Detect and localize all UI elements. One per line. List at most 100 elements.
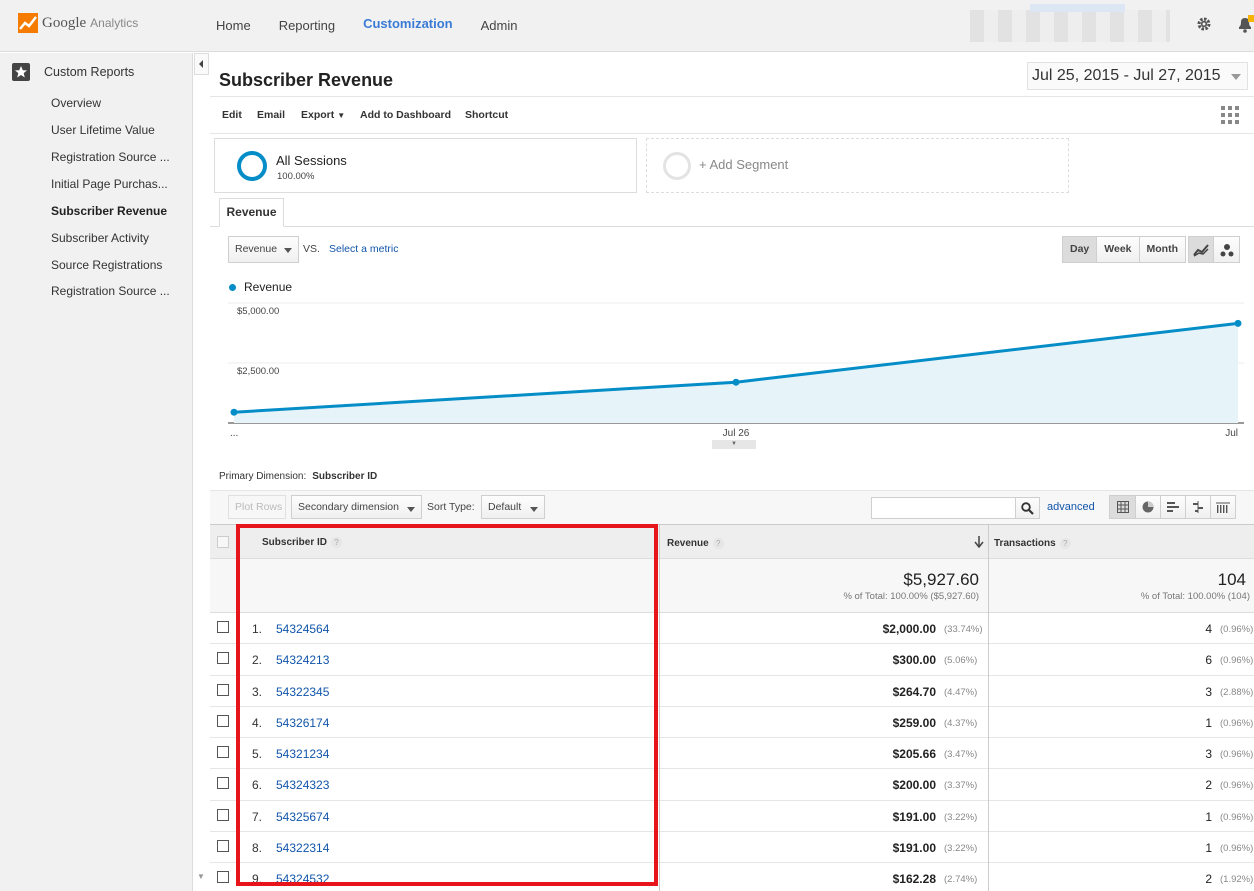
caret-down-icon (284, 248, 292, 253)
chevron-left-icon (199, 60, 203, 68)
granularity-month-button[interactable]: Month (1138, 237, 1186, 262)
segment-all-sessions[interactable]: All Sessions 100.00% (214, 138, 637, 193)
nav-admin[interactable]: Admin (481, 0, 518, 52)
subscriber-id-link[interactable]: 54324213 (276, 653, 329, 667)
table-search-input[interactable] (871, 497, 1016, 519)
row-transactions-percent: (1.92%) (1220, 874, 1254, 886)
subscriber-id-link[interactable]: 54322345 (276, 685, 329, 699)
subscriber-id-link[interactable]: 54326174 (276, 716, 329, 730)
primary-dimension-value[interactable]: Subscriber ID (312, 471, 377, 482)
row-checkbox[interactable] (217, 871, 229, 884)
account-selector-blurred[interactable] (970, 10, 1170, 42)
granularity-day-button[interactable]: Day (1063, 237, 1097, 262)
table-row[interactable]: 6. 54324323 $200.00 (3.37%) 2 (0.96%) (210, 769, 1254, 801)
sidebar-custom-reports[interactable]: Custom Reports (12, 63, 134, 81)
tab-divider (210, 226, 1254, 227)
secondary-dimension-select[interactable]: Secondary dimension (291, 495, 422, 519)
revenue-point[interactable] (732, 378, 740, 386)
search-button[interactable] (1015, 497, 1040, 519)
subscriber-id-link[interactable]: 54322314 (276, 841, 329, 855)
sidebar-item-overview[interactable]: Overview (51, 96, 101, 110)
pivot-view-button[interactable] (1210, 496, 1235, 518)
metric-select[interactable]: Revenue (228, 236, 299, 263)
sidebar-item-subscriber-activity[interactable]: Subscriber Activity (51, 231, 149, 245)
table-row[interactable]: 3. 54322345 $264.70 (4.47%) 3 (2.88%) (210, 675, 1254, 707)
table-row[interactable]: 4. 54326174 $259.00 (4.37%) 1 (0.96%) (210, 706, 1254, 739)
row-revenue-percent: (2.74%) (944, 874, 978, 886)
table-row[interactable]: 1. 54324564 $2,000.00 (33.74%) 4 (0.96%) (210, 613, 1254, 645)
total-transactions: 104 (1217, 570, 1246, 589)
shortcut-button[interactable]: Shortcut (465, 109, 508, 121)
nav-reporting[interactable]: Reporting (279, 0, 335, 52)
sort-descending-icon[interactable] (974, 536, 984, 551)
pie-view-button[interactable] (1135, 496, 1160, 518)
row-checkbox[interactable] (217, 746, 229, 759)
subscriber-id-link[interactable]: 54324323 (276, 778, 329, 792)
comparison-view-button[interactable] (1185, 496, 1210, 518)
subscriber-id-link[interactable]: 54324532 (276, 872, 329, 886)
column-header-subscriber-id[interactable]: Subscriber ID? (262, 537, 343, 548)
row-revenue-percent: (5.06%) (944, 655, 978, 667)
table-row[interactable]: 7. 54325674 $191.00 (3.22%) 1 (0.96%) (210, 800, 1254, 833)
add-segment-button[interactable]: + Add Segment (646, 138, 1069, 193)
help-icon[interactable]: ? (1059, 538, 1071, 549)
table-row[interactable]: 9. 54324532 $162.28 (2.74%) 2 (1.92%) (210, 863, 1254, 891)
export-button[interactable]: Export ▼ (301, 109, 345, 121)
sidebar-item-initial-page-purchase[interactable]: Initial Page Purchas... (51, 177, 168, 191)
nav-customization[interactable]: Customization (363, 0, 453, 52)
table-header: Subscriber ID? Revenue? Transactions? (210, 524, 1254, 559)
row-revenue-percent: (33.74%) (944, 624, 983, 635)
row-checkbox[interactable] (217, 621, 229, 633)
edit-button[interactable]: Edit (222, 109, 242, 121)
gear-icon[interactable] (1196, 16, 1212, 35)
date-range-picker[interactable]: Jul 25, 2015 - Jul 27, 2015 (1027, 62, 1248, 90)
help-icon[interactable]: ? (331, 537, 343, 548)
subscriber-id-link[interactable]: 54325674 (276, 810, 329, 824)
plot-rows-button[interactable]: Plot Rows (228, 495, 286, 519)
sidebar-item-source-registrations[interactable]: Source Registrations (51, 258, 162, 272)
line-chart-button[interactable] (1189, 237, 1215, 262)
advanced-filter-link[interactable]: advanced (1047, 501, 1095, 513)
column-header-revenue[interactable]: Revenue? (667, 538, 724, 549)
tab-revenue[interactable]: Revenue (219, 198, 284, 227)
table-row[interactable]: 5. 54321234 $205.66 (3.47%) 3 (0.96%) (210, 738, 1254, 770)
revenue-point[interactable] (230, 408, 238, 416)
row-checkbox[interactable] (217, 777, 229, 790)
email-button[interactable]: Email (257, 109, 285, 121)
row-checkbox[interactable] (217, 808, 229, 821)
sidebar-collapse-button[interactable] (194, 53, 209, 75)
sidebar-section-title: Custom Reports (44, 65, 135, 79)
table-row[interactable]: 2. 54324213 $300.00 (5.06%) 6 (0.96%) (210, 644, 1254, 676)
sort-type-select[interactable]: Default (481, 495, 545, 519)
revenue-point[interactable] (1234, 319, 1242, 327)
export-label: Export (301, 109, 335, 121)
column-header-transactions[interactable]: Transactions? (994, 538, 1071, 549)
chevron-down-icon[interactable]: ▼ (197, 872, 205, 881)
row-checkbox[interactable] (217, 840, 229, 853)
bar-view-button[interactable] (1160, 496, 1185, 518)
sidebar-item-registration-source-2[interactable]: Registration Source ... (51, 284, 170, 298)
row-checkbox[interactable] (217, 714, 229, 727)
sidebar-item-user-lifetime-value[interactable]: User Lifetime Value (51, 123, 155, 137)
subscriber-id-link[interactable]: 54321234 (276, 747, 329, 761)
y-tick-label: $5,000.00 (237, 306, 279, 317)
nav-home[interactable]: Home (216, 0, 251, 52)
row-checkbox[interactable] (217, 652, 229, 665)
chart-resize-handle[interactable]: ▼ (712, 440, 756, 449)
row-checkbox[interactable] (217, 683, 229, 696)
select-metric-link[interactable]: Select a metric (329, 243, 398, 255)
subscriber-id-link[interactable]: 54324564 (276, 622, 329, 636)
table-row[interactable]: 8. 54322314 $191.00 (3.22%) 1 (0.96%) (210, 832, 1254, 864)
add-to-dashboard-button[interactable]: Add to Dashboard (360, 109, 451, 121)
sidebar-item-subscriber-revenue[interactable]: Subscriber Revenue (51, 204, 167, 218)
bell-icon[interactable] (1236, 15, 1254, 36)
grid-view-icon[interactable] (1221, 106, 1239, 127)
help-icon[interactable]: ? (712, 538, 724, 549)
table-view-button[interactable] (1110, 496, 1135, 518)
row-number: 4. (252, 715, 263, 730)
granularity-week-button[interactable]: Week (1096, 237, 1139, 262)
select-all-checkbox[interactable] (217, 536, 229, 548)
sidebar-item-registration-source[interactable]: Registration Source ... (51, 150, 170, 164)
google-analytics-logo[interactable]: Google Analytics (18, 13, 138, 33)
motion-chart-button[interactable] (1214, 237, 1239, 262)
